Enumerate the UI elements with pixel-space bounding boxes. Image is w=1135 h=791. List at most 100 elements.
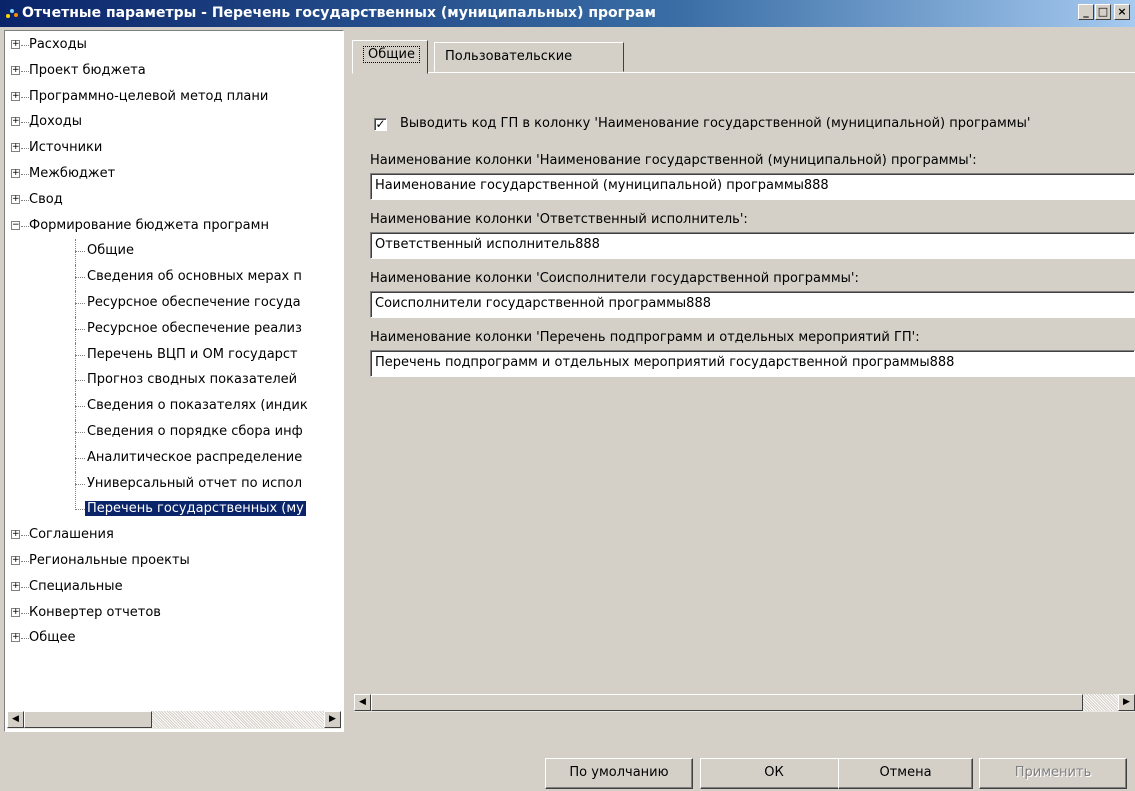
check-icon: ✓ [375, 117, 386, 131]
expand-icon[interactable]: + [11, 633, 20, 643]
program-name-column-field[interactable]: Наименование государственной (муниципаль… [370, 173, 1135, 200]
tab-label: Общие [363, 46, 420, 63]
arrow-right-icon: ▶ [1123, 697, 1130, 707]
tree-node[interactable]: + Источники [5, 136, 343, 162]
expand-icon[interactable]: + [11, 530, 20, 540]
tree-node[interactable]: + Межбюджет [5, 162, 343, 188]
tree-node-label: Прогноз сводных показателей [87, 372, 298, 388]
scroll-track[interactable] [1083, 694, 1118, 711]
tree-node-label: Сведения о показателях (индик [87, 398, 308, 414]
tree-node[interactable]: + Программно-целевой метод плани [5, 85, 343, 111]
tree-node-label: Программно-целевой метод плани [29, 88, 269, 104]
collapse-icon[interactable]: − [11, 220, 20, 230]
ok-button[interactable]: ОК [700, 758, 848, 789]
tree-node-label: Соглашения [29, 527, 114, 543]
cancel-button[interactable]: Отмена [838, 758, 973, 789]
tree-child-node[interactable]: Сведения о порядке сбора инф [5, 419, 343, 446]
tree-node[interactable]: + Конвертер отчетов [5, 601, 343, 627]
expand-icon[interactable]: + [11, 65, 20, 75]
tree-child-node[interactable]: Универсальный отчет по испол [5, 471, 343, 498]
tree-node-label: Сведения о порядке сбора инф [87, 423, 303, 439]
tree-child-node[interactable]: Ресурсное обеспечение госуда [5, 290, 343, 317]
tree-child-node[interactable]: Общие [5, 239, 343, 266]
tree-child-node[interactable]: Сведения об основных мерах п [5, 265, 343, 291]
tree-node-label: Ресурсное обеспечение госуда [87, 294, 301, 310]
arrow-left-icon: ◀ [12, 714, 19, 724]
expand-icon[interactable]: + [11, 581, 20, 591]
tree-list: + Расходы + Проект бюджета + Программно-цел… [5, 33, 343, 652]
scroll-left-button[interactable]: ◀ [354, 694, 371, 711]
apply-button[interactable]: Применить [979, 758, 1127, 789]
show-code-checkbox[interactable]: ✓ [374, 118, 387, 131]
tree-child-node[interactable]: Прогноз сводных показателей [5, 368, 343, 395]
scroll-thumb[interactable] [371, 694, 1083, 711]
tree-child-node[interactable]: Сведения о показателях (индик [5, 394, 343, 420]
tree-node[interactable]: + Доходы [5, 110, 343, 136]
tree-node-label: Специальные [29, 578, 123, 594]
tree-node-label: Общее [29, 630, 76, 646]
co-executors-column-field[interactable]: Соисполнители государственной программы8… [370, 291, 1135, 318]
tree-child-node[interactable]: Аналитическое распределение [5, 445, 343, 472]
tree-node[interactable]: + Специальные [5, 575, 343, 601]
arrow-left-icon: ◀ [359, 697, 366, 707]
expand-icon[interactable]: + [11, 40, 20, 49]
tree-horizontal-scrollbar[interactable]: ◀ ▶ [7, 711, 341, 729]
tree-node-label: Межбюджет [29, 165, 116, 181]
tree-node[interactable]: + Расходы [5, 33, 343, 59]
tree-node-label: Аналитическое распределение [87, 449, 303, 465]
expand-icon[interactable]: + [11, 91, 20, 101]
close-button[interactable]: × [1114, 4, 1130, 20]
expand-icon[interactable]: + [11, 143, 20, 153]
window-title: Отчетные параметры - Перечень государств… [22, 5, 656, 21]
expand-icon[interactable]: + [11, 607, 20, 617]
tree-node[interactable]: + Проект бюджета [5, 59, 343, 85]
tree-node-label: Проект бюджета [29, 62, 146, 78]
tab-panel-general [352, 72, 1135, 713]
maximize-icon: □ [1097, 5, 1109, 18]
tree-node-label: Доходы [29, 114, 83, 130]
show-code-checkbox-label[interactable]: Выводить код ГП в колонку 'Наименование … [400, 116, 1030, 131]
expand-icon[interactable]: + [11, 117, 20, 127]
content-horizontal-scrollbar[interactable]: ◀ ▶ [354, 694, 1135, 712]
expand-icon[interactable]: + [11, 168, 20, 178]
tree-node[interactable]: + Региональные проекты [5, 549, 343, 575]
expand-icon[interactable]: + [11, 555, 20, 565]
close-icon: × [1117, 5, 1127, 18]
executor-column-label: Наименование колонки 'Ответственный испо… [370, 212, 748, 227]
executor-column-field[interactable]: Ответственный исполнитель888 [370, 232, 1135, 259]
minimize-button[interactable]: _ [1078, 4, 1094, 20]
tree-node-label: Общие [87, 243, 134, 259]
tree-node-expanded[interactable]: − Формирование бюджета програмн [5, 214, 343, 240]
report-tree[interactable]: + Расходы + Проект бюджета + Программно-цел… [4, 30, 344, 732]
title-bar[interactable]: Отчетные параметры - Перечень государств… [0, 0, 1135, 27]
tab-general[interactable]: Общие [352, 40, 428, 74]
tree-node-label: Региональные проекты [29, 552, 190, 568]
tree-node-label: Сведения об основных мерах п [87, 269, 302, 285]
default-button[interactable]: По умолчанию [545, 758, 693, 789]
tree-node[interactable]: + Соглашения [5, 523, 343, 549]
tab-label: Пользовательские [445, 49, 573, 64]
minimize-icon: _ [1083, 5, 1089, 18]
tree-node-label: Расходы [29, 37, 87, 52]
tree-child-node[interactable]: Ресурсное обеспечение реализ [5, 316, 343, 343]
tab-custom[interactable]: Пользовательские [434, 42, 624, 72]
tree-node-label: Ресурсное обеспечение реализ [87, 320, 302, 336]
tree-node[interactable]: + Свод [5, 188, 343, 214]
scroll-right-button[interactable]: ▶ [324, 711, 341, 728]
tree-child-node-selected[interactable]: Перечень государственных (му [5, 497, 343, 523]
tree-node-label: Универсальный отчет по испол [87, 475, 303, 491]
tree-node-label: Перечень ВЦП и ОМ государст [87, 346, 298, 362]
subprograms-column-label: Наименование колонки 'Перечень подпрогра… [370, 330, 920, 345]
scroll-right-button[interactable]: ▶ [1118, 694, 1135, 711]
tree-node[interactable]: + Общее [5, 626, 343, 652]
tree-node-label: Свод [29, 191, 63, 207]
expand-icon[interactable]: + [11, 194, 20, 204]
tree-node-label: Источники [29, 140, 103, 156]
subprograms-column-field[interactable]: Перечень подпрограмм и отдельных меропри… [370, 350, 1135, 377]
tree-child-node[interactable]: Перечень ВЦП и ОМ государст [5, 342, 343, 369]
scroll-left-button[interactable]: ◀ [7, 711, 24, 728]
maximize-button[interactable]: □ [1095, 4, 1111, 20]
scroll-track[interactable] [152, 711, 324, 728]
scroll-thumb[interactable] [24, 711, 152, 728]
tree-node-label: Конвертер отчетов [29, 604, 161, 620]
